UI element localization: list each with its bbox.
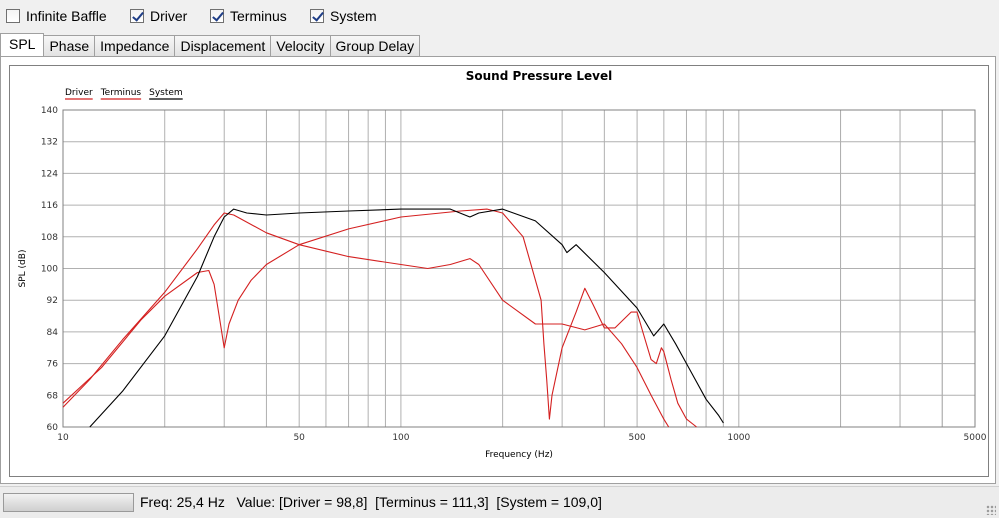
x-tick-label: 1000 [727,433,750,443]
checkbox-label: Infinite Baffle [26,8,107,24]
x-tick-label: 500 [628,433,645,443]
plot-frame: 60 68 76 84 92 100 108 116 124 132 140 10 50 100 500 10… [9,65,989,477]
status-value-system: [System = 109,0] [496,494,602,510]
tab-velocity[interactable]: Velocity [270,35,331,56]
infinite-baffle-checkbox[interactable]: Infinite Baffle [6,6,107,26]
checkbox-box[interactable] [310,9,324,23]
resize-grip[interactable] [986,505,996,515]
curve-toggle-bar: Infinite Baffle Driver Terminus System [0,0,999,32]
chart-title: Sound Pressure Level [466,69,613,83]
status-value-terminus: [Terminus = 111,3] [375,494,489,510]
y-tick-label: 132 [41,138,58,148]
y-tick-label: 116 [41,201,58,211]
system-checkbox[interactable]: System [310,6,377,26]
series-line-system [89,208,724,428]
y-tick-label: 140 [41,106,58,116]
terminus-checkbox[interactable]: Terminus [210,6,287,26]
status-readout: Freq: 25,4 Hz Value: [Driver = 98,8] [Te… [140,494,602,510]
spl-chart[interactable]: 60 68 76 84 92 100 108 116 124 132 140 10 50 100 500 10… [10,66,988,476]
checkbox-box[interactable] [6,9,20,23]
y-tick-label: 60 [47,423,59,433]
x-tick-label: 5000 [964,433,987,443]
chart-tabs: SPL Phase Impedance Displacement Velocit… [0,33,421,56]
legend-label: System [149,88,183,98]
tab-panel: 60 68 76 84 92 100 108 116 124 132 140 10 50 100 500 10… [0,56,996,484]
y-tick-label: 76 [47,360,59,370]
x-tick-label: 50 [293,433,305,443]
status-bar: Freq: 25,4 Hz Value: [Driver = 98,8] [Te… [0,486,999,518]
y-axis-label: SPL (dB) [18,250,28,288]
progress-bar [3,493,134,512]
series-line-terminus [62,208,697,428]
y-tick-label: 100 [41,265,58,275]
checkbox-label: Driver [150,8,188,24]
checkbox-label: Terminus [230,8,287,24]
legend-label: Terminus [100,88,142,98]
y-tick-label: 92 [47,296,58,306]
y-tick-label: 84 [47,328,59,338]
status-value-driver: Value: [Driver = 98,8] [236,494,368,510]
x-tick-label: 10 [57,433,69,443]
tab-group-delay[interactable]: Group Delay [329,35,421,56]
tab-impedance[interactable]: Impedance [94,35,176,56]
y-tick-label: 68 [47,391,59,401]
checkbox-box[interactable] [210,9,224,23]
x-tick-label: 100 [392,433,409,443]
driver-checkbox[interactable]: Driver [130,6,187,26]
tab-spl[interactable]: SPL [0,33,45,56]
checkbox-box[interactable] [130,9,144,23]
y-tick-label: 108 [41,233,58,243]
status-freq: Freq: 25,4 Hz [140,494,225,510]
checkbox-label: System [330,8,377,24]
tab-displacement[interactable]: Displacement [174,35,272,56]
y-tick-label: 124 [41,169,58,179]
legend-label: Driver [65,88,93,98]
tab-phase[interactable]: Phase [43,35,96,56]
x-axis-label: Frequency (Hz) [485,450,553,460]
